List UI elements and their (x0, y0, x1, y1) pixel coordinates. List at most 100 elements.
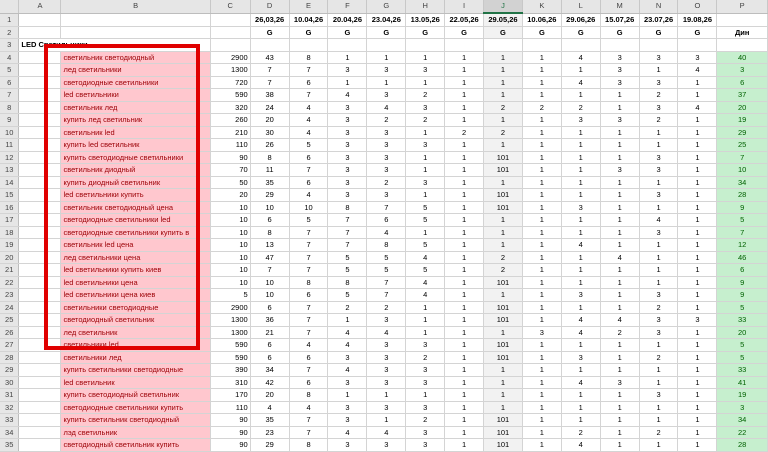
position-cell[interactable]: 4 (289, 338, 329, 352)
row-header[interactable]: 18 (0, 226, 20, 239)
position-cell[interactable]: 4 (561, 238, 601, 252)
position-cell[interactable]: 1 (522, 213, 562, 227)
date-header-cell[interactable]: 29.06,26 (561, 13, 601, 27)
position-cell[interactable]: 4 (250, 401, 290, 414)
position-cell[interactable]: 2 (639, 88, 679, 102)
position-cell[interactable]: 1 (444, 101, 485, 114)
keyword-cell[interactable]: купить led светильник (60, 138, 211, 152)
keyword-cell[interactable]: светодиодный светильник (60, 313, 211, 327)
cell[interactable] (716, 13, 768, 27)
position-cell[interactable]: 3 (600, 163, 640, 177)
position-cell[interactable]: 1 (522, 376, 562, 389)
position-cell[interactable]: 1 (600, 276, 640, 289)
din-cell[interactable]: 7 (716, 151, 768, 164)
position-cell[interactable]: 7 (289, 363, 329, 377)
position-cell[interactable]: 3 (405, 376, 446, 389)
position-cell[interactable]: 1 (327, 313, 368, 327)
row-header[interactable]: 3 (0, 38, 20, 52)
position-cell[interactable]: 1 (677, 276, 718, 289)
position-cell[interactable]: 1 (677, 113, 718, 127)
din-cell[interactable]: 37 (716, 88, 768, 102)
position-cell[interactable]: 1 (677, 76, 718, 89)
position-cell[interactable]: 3 (561, 201, 601, 214)
keyword-cell[interactable]: led светильники (60, 88, 211, 102)
volume-cell[interactable]: 10 (210, 226, 251, 239)
cell[interactable] (60, 13, 211, 27)
position-cell[interactable]: 2 (639, 113, 679, 127)
keyword-cell[interactable]: светодиодные светильники купить (60, 401, 211, 414)
position-cell[interactable]: 1 (561, 176, 601, 189)
row-header[interactable]: 16 (0, 201, 20, 214)
position-cell[interactable]: 3 (366, 63, 407, 77)
position-cell[interactable]: 3 (405, 101, 446, 114)
position-cell[interactable]: 1 (444, 113, 485, 127)
position-cell[interactable]: 1 (561, 413, 601, 427)
position-cell[interactable]: 4 (405, 276, 446, 289)
position-cell[interactable]: 34 (250, 363, 290, 377)
position-cell[interactable]: 6 (289, 151, 329, 164)
position-cell[interactable]: 1 (639, 363, 679, 377)
position-cell[interactable]: 1 (600, 88, 640, 102)
position-cell[interactable]: 5 (366, 263, 407, 277)
position-cell[interactable]: 7 (327, 213, 368, 227)
position-cell[interactable]: 3 (327, 351, 368, 364)
position-cell[interactable]: 3 (561, 288, 601, 302)
position-cell[interactable]: 7 (327, 238, 368, 252)
position-cell[interactable]: 1 (405, 76, 446, 89)
position-cell[interactable]: 4 (561, 326, 601, 339)
position-cell[interactable]: 3 (639, 151, 679, 164)
position-cell[interactable]: 3 (600, 63, 640, 77)
position-cell[interactable]: 35 (250, 413, 290, 427)
position-cell[interactable]: 1 (444, 313, 485, 327)
volume-cell[interactable]: 90 (210, 151, 251, 164)
position-cell[interactable]: 1 (522, 251, 562, 264)
position-cell[interactable]: 8 (289, 438, 329, 452)
position-cell[interactable]: 1 (405, 326, 446, 339)
position-cell[interactable]: 2 (444, 126, 485, 139)
din-cell[interactable]: 29 (716, 126, 768, 139)
position-cell[interactable]: 3 (600, 76, 640, 89)
position-cell[interactable]: 6 (250, 351, 290, 364)
volume-cell[interactable]: 10 (210, 201, 251, 214)
volume-cell[interactable]: 10 (210, 276, 251, 289)
din-header-cell[interactable]: Дин (716, 26, 768, 39)
position-cell[interactable]: 3 (327, 138, 368, 152)
cell[interactable] (677, 38, 718, 52)
position-cell[interactable]: 3 (405, 401, 446, 414)
position-cell[interactable]: 1 (600, 176, 640, 189)
position-cell[interactable]: 1 (483, 113, 523, 127)
position-cell[interactable]: 1 (677, 338, 718, 352)
position-cell[interactable]: 1 (366, 76, 407, 89)
din-cell[interactable]: 34 (716, 413, 768, 427)
position-cell[interactable]: 1 (522, 88, 562, 102)
position-cell[interactable]: 1 (522, 313, 562, 327)
position-cell[interactable]: 5 (327, 288, 368, 302)
position-cell[interactable]: 1 (405, 126, 446, 139)
position-cell[interactable]: 3 (366, 126, 407, 139)
position-cell[interactable]: 1 (639, 251, 679, 264)
din-cell[interactable]: 20 (716, 101, 768, 114)
position-cell[interactable]: 1 (366, 51, 407, 64)
position-cell[interactable]: 6 (289, 76, 329, 89)
column-header-e[interactable]: E (289, 0, 329, 14)
cell[interactable] (18, 363, 62, 377)
position-cell[interactable]: 101 (483, 188, 523, 202)
position-cell[interactable]: 1 (600, 363, 640, 377)
position-cell[interactable]: 1 (677, 238, 718, 252)
position-cell[interactable]: 1 (677, 213, 718, 227)
position-cell[interactable]: 2 (483, 126, 523, 139)
cell[interactable] (639, 38, 679, 52)
volume-cell[interactable]: 590 (210, 338, 251, 352)
position-cell[interactable]: 10 (250, 201, 290, 214)
position-cell[interactable]: 4 (366, 226, 407, 239)
position-cell[interactable]: 8 (327, 201, 368, 214)
position-cell[interactable]: 1 (639, 401, 679, 414)
position-cell[interactable]: 1 (483, 138, 523, 152)
position-cell[interactable]: 1 (444, 251, 485, 264)
position-cell[interactable]: 6 (250, 213, 290, 227)
position-cell[interactable]: 3 (366, 401, 407, 414)
position-cell[interactable]: 1 (677, 138, 718, 152)
position-cell[interactable]: 1 (600, 388, 640, 402)
position-cell[interactable]: 101 (483, 413, 523, 427)
cell[interactable] (18, 26, 62, 39)
